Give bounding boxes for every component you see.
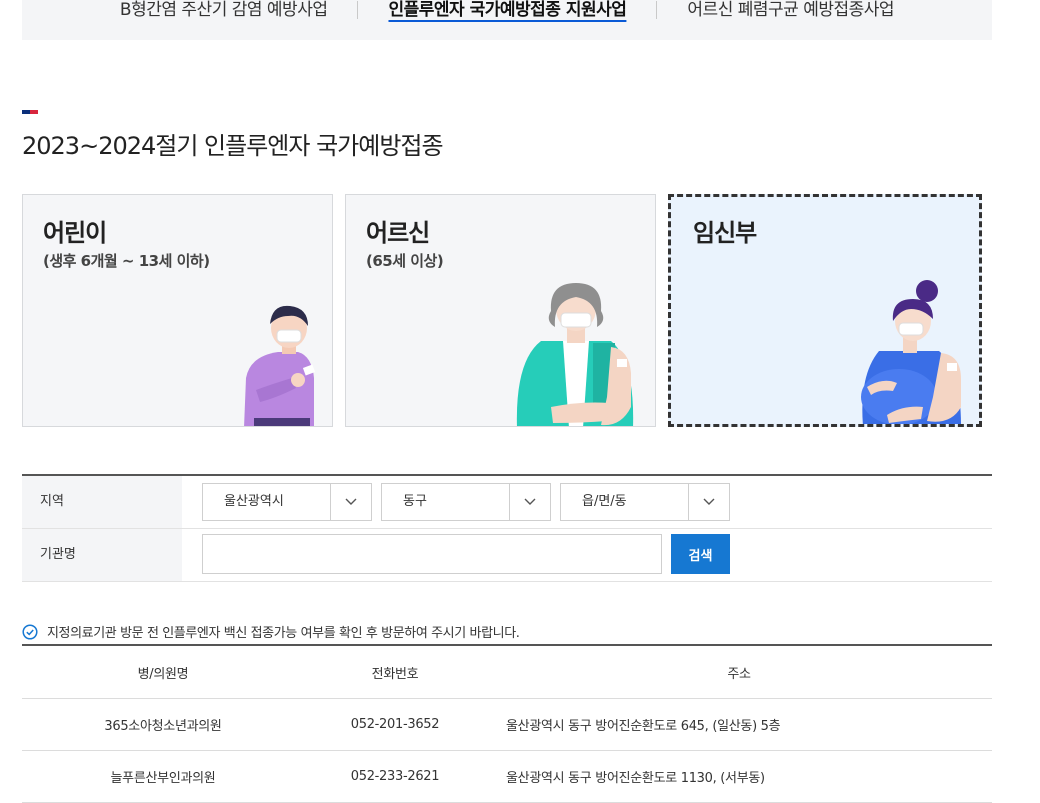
elderly-illustration-icon <box>516 283 634 426</box>
table-row[interactable]: 늘푸른산부인과의원 052-233-2621 울산광역시 동구 방어진순환도로 … <box>22 750 992 803</box>
tab-pneumococcal[interactable]: 어르신 폐렴구균 예방접종사업 <box>656 1 924 19</box>
cell-name: 365소아청소년과의원 <box>22 698 304 751</box>
table-header-row: 병/의원명 전화번호 주소 <box>22 645 992 699</box>
region-label: 지역 <box>22 476 182 528</box>
select-town[interactable]: 읍/면/동 <box>560 483 730 521</box>
card-subtitle: (생후 6개월 ~ 13세 이하) <box>43 252 210 270</box>
chevron-down-icon <box>688 484 729 520</box>
cell-address: 울산광역시 동구 방어진순환도로 1130, (서부동) <box>486 750 992 803</box>
top-tab-bar: B형간염 주산기 감염 예방사업 인플루엔자 국가예방접종 지원사업 어르신 폐… <box>22 0 992 40</box>
table-row[interactable]: 365소아청소년과의원 052-201-3652 울산광역시 동구 방어진순환도… <box>22 698 992 751</box>
card-title: 어르신 <box>366 219 430 247</box>
header-address: 주소 <box>486 645 992 699</box>
check-circle-icon <box>22 623 38 640</box>
cell-name: 늘푸른산부인과의원 <box>22 750 304 803</box>
select-city[interactable]: 울산광역시 <box>202 483 372 521</box>
card-title: 임신부 <box>693 219 757 247</box>
select-district-value: 동구 <box>403 494 427 509</box>
cell-phone: 052-201-3652 <box>304 698 486 751</box>
card-elderly[interactable]: 어르신 (65세 이상) <box>345 194 656 427</box>
header-name: 병/의원명 <box>22 645 304 699</box>
select-district[interactable]: 동구 <box>381 483 551 521</box>
tab-influenza[interactable]: 인플루엔자 국가예방접종 지원사업 <box>357 1 656 19</box>
pregnant-woman-illustration-icon <box>861 280 961 424</box>
search-button[interactable]: 검색 <box>671 534 730 574</box>
chevron-down-icon <box>509 484 550 520</box>
institution-label: 기관명 <box>22 529 182 581</box>
select-town-value: 읍/면/동 <box>582 494 627 509</box>
search-form: 지역 울산광역시 동구 읍/면/동 기관명 검색 <box>22 474 992 582</box>
child-illustration-icon <box>244 305 316 426</box>
region-row: 지역 울산광역시 동구 읍/면/동 <box>22 476 992 529</box>
chevron-down-icon <box>330 484 371 520</box>
card-pregnant[interactable]: 임신부 <box>668 194 982 427</box>
institution-row: 기관명 검색 <box>22 529 992 582</box>
results-table: 병/의원명 전화번호 주소 365소아청소년과의원 052-201-3652 울… <box>22 644 992 803</box>
title-accent-mark <box>22 110 38 114</box>
card-title: 어린이 <box>43 219 107 247</box>
institution-input[interactable] <box>202 534 662 574</box>
card-child[interactable]: 어린이 (생후 6개월 ~ 13세 이하) <box>22 194 333 427</box>
notice-text: 지정의료기관 방문 전 인플루엔자 백신 접종가능 여부를 확인 후 방문하여 … <box>47 626 520 641</box>
notice: 지정의료기관 방문 전 인플루엔자 백신 접종가능 여부를 확인 후 방문하여 … <box>22 622 520 641</box>
cell-address: 울산광역시 동구 방어진순환도로 645, (일산동) 5층 <box>486 698 992 751</box>
cell-phone: 052-233-2621 <box>304 750 486 803</box>
page-title: 2023~2024절기 인플루엔자 국가예방접종 <box>22 132 444 160</box>
header-phone: 전화번호 <box>304 645 486 699</box>
select-city-value: 울산광역시 <box>224 494 284 509</box>
tab-hepatitis-b[interactable]: B형간염 주산기 감염 예방사업 <box>90 1 358 19</box>
card-subtitle: (65세 이상) <box>366 252 444 270</box>
